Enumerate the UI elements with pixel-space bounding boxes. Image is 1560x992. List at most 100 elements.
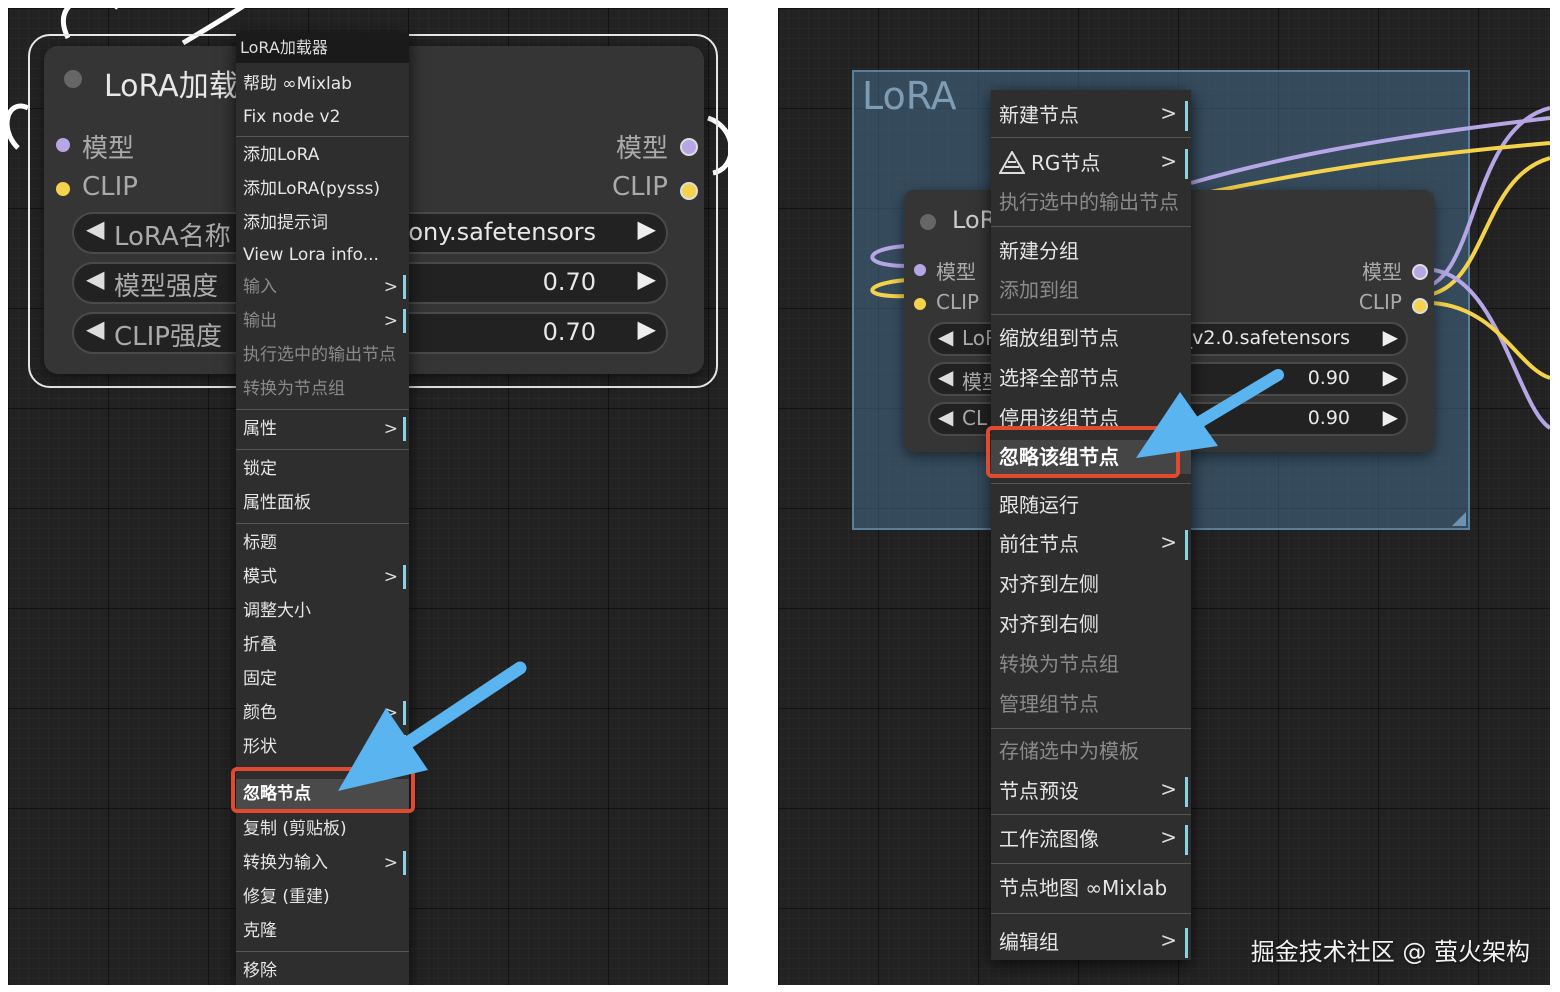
menu-item-copy-clipspace[interactable]: 复制 (剪贴板) — [236, 814, 409, 844]
menu-item-label: 输入 — [243, 277, 277, 297]
menu-item-add-lora[interactable]: 添加LoRA — [236, 140, 409, 170]
right-arrow-icon[interactable]: ▶ — [638, 315, 656, 343]
node-collapse-dot[interactable] — [920, 214, 936, 230]
menu-item-label: 跟随运行 — [999, 493, 1079, 517]
menu-item-collapse[interactable]: 折叠 — [236, 630, 409, 660]
menu-item-label: 锁定 — [243, 459, 277, 479]
menu-item-convert-to-group-node[interactable]: 转换为节点组 — [991, 647, 1191, 681]
menu-item-label: 帮助 ∞Mixlab — [243, 74, 352, 94]
submenu-indicator — [403, 565, 406, 589]
left-arrow-icon[interactable]: ◀ — [938, 325, 953, 349]
widget-clip-strength-label: CLIP强度 — [114, 322, 222, 352]
menu-item-pin[interactable]: 固定 — [236, 664, 409, 694]
chevron-right-icon: > — [383, 567, 398, 587]
menu-item-help[interactable]: 帮助 ∞Mixlab — [236, 69, 409, 99]
chevron-right-icon: > — [383, 703, 398, 723]
menu-item-edit-group[interactable]: 编辑组 > — [991, 925, 1191, 959]
output-model-port[interactable] — [680, 138, 698, 156]
right-arrow-icon[interactable]: ▶ — [638, 215, 656, 243]
submenu-indicator — [403, 417, 406, 441]
menu-item-fix-recreate[interactable]: 修复 (重建) — [236, 882, 409, 912]
menu-item-label: 属性 — [243, 419, 277, 439]
menu-item-properties-panel[interactable]: 属性面板 — [236, 488, 409, 518]
menu-item-align-left[interactable]: 对齐到左侧 — [991, 567, 1191, 601]
submenu-indicator — [1185, 928, 1188, 958]
node-title: LoR — [952, 206, 997, 234]
menu-item-add-to-group[interactable]: 添加到组 — [991, 273, 1191, 307]
menu-item-go-to-node[interactable]: 前往节点 > — [991, 527, 1191, 561]
menu-item-label: 标题 — [243, 533, 277, 553]
input-model-port[interactable] — [914, 264, 926, 276]
right-canvas-panel[interactable]: LoRA LoR 模型 CLIP 模型 CLIP ◀ LoR _v2.0.saf… — [778, 8, 1550, 985]
menu-item-select-all-nodes[interactable]: 选择全部节点 — [991, 361, 1191, 395]
menu-item-rg-nodes[interactable]: RG节点 > — [991, 146, 1191, 180]
menu-item-remove[interactable]: 移除 — [236, 956, 409, 985]
chevron-right-icon: > — [383, 419, 398, 439]
submenu-indicator — [1185, 101, 1188, 131]
menu-item-title[interactable]: 标题 — [236, 528, 409, 558]
menu-item-align-right[interactable]: 对齐到右侧 — [991, 607, 1191, 641]
menu-item-view-lora-info[interactable]: View Lora info... — [236, 240, 409, 270]
chevron-right-icon: > — [383, 853, 398, 873]
menu-item-shapes[interactable]: 形状 > — [236, 732, 409, 762]
output-model-port[interactable] — [1412, 264, 1428, 280]
left-arrow-icon[interactable]: ◀ — [938, 365, 953, 389]
menu-item-label: 折叠 — [243, 635, 277, 655]
submenu-indicator — [403, 275, 406, 299]
right-arrow-icon[interactable]: ▶ — [1383, 325, 1398, 349]
menu-separator — [991, 137, 1191, 138]
left-arrow-icon[interactable]: ◀ — [86, 315, 104, 343]
output-clip-port[interactable] — [680, 182, 698, 200]
menu-item-node-map[interactable]: 节点地图 ∞Mixlab — [991, 871, 1191, 905]
menu-item-follow-execution[interactable]: 跟随运行 — [991, 488, 1191, 522]
menu-item-add-lora-pysss[interactable]: 添加LoRA(pysss) — [236, 174, 409, 204]
menu-item-save-as-template[interactable]: 存储选中为模板 — [991, 734, 1191, 768]
menu-item-colors[interactable]: 颜色 > — [236, 698, 409, 728]
left-arrow-icon[interactable]: ◀ — [86, 215, 104, 243]
node-collapse-dot[interactable] — [64, 70, 82, 88]
menu-item-mode[interactable]: 模式 > — [236, 562, 409, 592]
input-clip-port[interactable] — [914, 298, 926, 310]
menu-item-fit-group-to-nodes[interactable]: 缩放组到节点 — [991, 321, 1191, 355]
menu-item-workflow-image[interactable]: 工作流图像 > — [991, 822, 1191, 856]
menu-item-properties[interactable]: 属性 > — [236, 414, 409, 444]
menu-header: LoRA加载器 — [236, 33, 409, 63]
menu-item-label: View Lora info... — [243, 245, 379, 265]
menu-separator — [991, 226, 1191, 227]
menu-item-resize[interactable]: 调整大小 — [236, 596, 409, 626]
menu-item-add-node[interactable]: 新建节点 > — [991, 98, 1191, 132]
menu-item-add-prompt[interactable]: 添加提示词 — [236, 208, 409, 238]
menu-item-convert-to-input[interactable]: 转换为输入 > — [236, 848, 409, 878]
submenu-indicator — [1185, 149, 1188, 179]
menu-item-run-selected-output[interactable]: 执行选中的输出节点 — [991, 185, 1191, 219]
menu-item-node-presets[interactable]: 节点预设 > — [991, 774, 1191, 808]
menu-item-label: 移除 — [243, 961, 277, 981]
left-canvas-panel[interactable]: LoRA加载 模型 CLIP 模型 CLIP ◀ LoRA名称 oony.saf… — [8, 8, 728, 985]
widget-clip-strength-value: 0.90 — [1307, 407, 1350, 429]
menu-item-label: 存储选中为模板 — [999, 739, 1139, 763]
menu-item-manage-group-nodes[interactable]: 管理组节点 — [991, 687, 1191, 721]
input-clip-port[interactable] — [56, 182, 70, 196]
menu-item-inputs[interactable]: 输入 > — [236, 272, 409, 302]
right-arrow-icon[interactable]: ▶ — [638, 265, 656, 293]
right-arrow-icon[interactable]: ▶ — [1383, 365, 1398, 389]
menu-item-run-selected-output[interactable]: 执行选中的输出节点 — [236, 340, 409, 370]
node-title: LoRA加载 — [104, 69, 239, 104]
menu-item-fix-node[interactable]: Fix node v2 — [236, 102, 409, 132]
input-model-port[interactable] — [56, 138, 70, 152]
chevron-right-icon: > — [1160, 777, 1177, 801]
menu-item-convert-to-group-node[interactable]: 转换为节点组 — [236, 374, 409, 404]
menu-item-label: 添加LoRA(pysss) — [243, 179, 381, 199]
left-arrow-icon[interactable]: ◀ — [86, 265, 104, 293]
left-arrow-icon[interactable]: ◀ — [938, 405, 953, 429]
menu-separator — [991, 483, 1191, 484]
right-arrow-icon[interactable]: ▶ — [1383, 405, 1398, 429]
menu-item-outputs[interactable]: 输出 > — [236, 306, 409, 336]
menu-item-clone[interactable]: 克隆 — [236, 916, 409, 946]
output-clip-port[interactable] — [1412, 298, 1428, 314]
menu-separator — [236, 951, 409, 952]
menu-item-new-group[interactable]: 新建分组 — [991, 234, 1191, 268]
menu-item-lock[interactable]: 锁定 — [236, 454, 409, 484]
submenu-indicator — [1185, 530, 1188, 560]
menu-item-label: 转换为输入 — [243, 853, 328, 873]
